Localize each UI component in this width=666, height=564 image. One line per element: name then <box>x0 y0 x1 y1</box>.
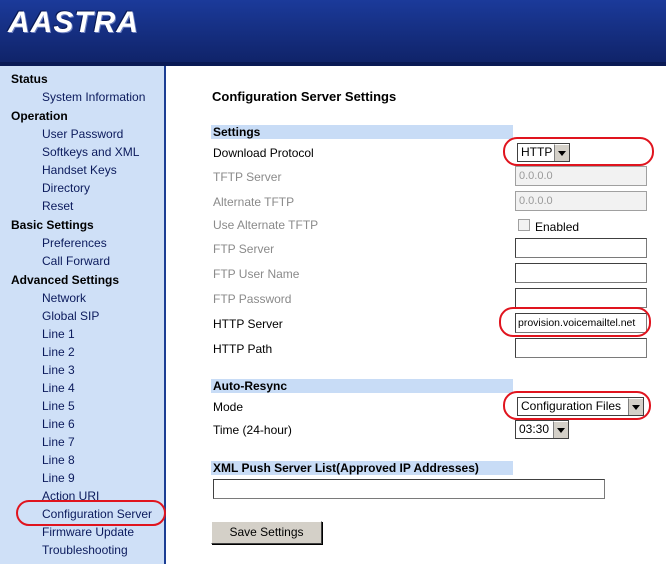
settings-section-header: Settings <box>211 125 513 139</box>
sidebar-item-softkeys-xml[interactable]: Softkeys and XML <box>42 145 139 159</box>
sidebar-item-action-uri[interactable]: Action URI <box>42 489 99 503</box>
sidebar-item-line-7[interactable]: Line 7 <box>42 435 75 449</box>
time-select[interactable]: 03:30 <box>515 420 569 439</box>
ftp-password-input[interactable] <box>515 288 647 308</box>
tftp-server-label: TFTP Server <box>213 170 282 184</box>
sidebar-item-line-3[interactable]: Line 3 <box>42 363 75 377</box>
http-path-label: HTTP Path <box>213 342 273 356</box>
sidebar-item-line-2[interactable]: Line 2 <box>42 345 75 359</box>
ftp-user-name-input[interactable] <box>515 263 647 283</box>
time-label: Time (24-hour) <box>213 423 292 437</box>
sidebar-item-handset-keys[interactable]: Handset Keys <box>42 163 117 177</box>
sidebar-item-configuration-server[interactable]: Configuration Server <box>42 507 152 521</box>
sidebar-section-status: Status <box>11 72 48 86</box>
xml-push-section-header: XML Push Server List(Approved IP Address… <box>211 461 513 475</box>
sidebar-item-call-forward[interactable]: Call Forward <box>42 254 110 268</box>
ftp-password-label: FTP Password <box>213 292 292 306</box>
alternate-tftp-label: Alternate TFTP <box>213 195 295 209</box>
sidebar-item-system-information[interactable]: System Information <box>42 90 145 104</box>
save-settings-button[interactable]: Save Settings <box>211 521 322 544</box>
sidebar-section-basic-settings: Basic Settings <box>11 218 94 232</box>
aastra-logo: AASTRA <box>8 6 139 39</box>
sidebar-item-global-sip[interactable]: Global SIP <box>42 309 99 323</box>
sidebar-item-user-password[interactable]: User Password <box>42 127 123 141</box>
sidebar-nav: Status System Information Operation User… <box>0 66 166 564</box>
mode-value: Configuration Files <box>521 399 622 413</box>
alternate-tftp-input[interactable]: 0.0.0.0 <box>515 191 647 211</box>
sidebar-section-advanced-settings: Advanced Settings <box>11 273 120 287</box>
use-alternate-tftp-label: Use Alternate TFTP <box>213 218 319 232</box>
http-path-input[interactable] <box>515 338 647 358</box>
download-protocol-value: HTTP <box>521 145 553 159</box>
ftp-user-name-label: FTP User Name <box>213 267 300 281</box>
tftp-server-input[interactable]: 0.0.0.0 <box>515 166 647 186</box>
ftp-server-input[interactable] <box>515 238 647 258</box>
sidebar-item-line-1[interactable]: Line 1 <box>42 327 75 341</box>
sidebar-section-operation: Operation <box>11 109 68 123</box>
sidebar-item-directory[interactable]: Directory <box>42 181 90 195</box>
http-server-input[interactable]: provision.voicemailtel.net <box>515 313 647 333</box>
sidebar-item-line-4[interactable]: Line 4 <box>42 381 75 395</box>
sidebar-item-line-6[interactable]: Line 6 <box>42 417 75 431</box>
download-protocol-label: Download Protocol <box>213 146 314 160</box>
ftp-server-label: FTP Server <box>213 242 275 256</box>
page-title: Configuration Server Settings <box>212 89 397 104</box>
header-banner: AASTRA <box>0 0 666 66</box>
sidebar-item-line-5[interactable]: Line 5 <box>42 399 75 413</box>
sidebar-item-line-8[interactable]: Line 8 <box>42 453 75 467</box>
download-protocol-select[interactable]: HTTP <box>517 143 570 162</box>
sidebar-item-line-9[interactable]: Line 9 <box>42 471 75 485</box>
time-value: 03:30 <box>519 422 550 436</box>
sidebar-item-firmware-update[interactable]: Firmware Update <box>42 525 134 539</box>
sidebar-item-troubleshooting[interactable]: Troubleshooting <box>42 543 128 557</box>
auto-resync-section-header: Auto-Resync <box>211 379 513 393</box>
http-server-label: HTTP Server <box>213 317 283 331</box>
enabled-label: Enabled <box>535 220 580 234</box>
xml-push-server-input[interactable] <box>213 479 605 499</box>
chevron-down-icon <box>554 144 569 161</box>
sidebar-item-network[interactable]: Network <box>42 291 86 305</box>
chevron-down-icon <box>628 398 643 415</box>
chevron-down-icon <box>553 421 568 438</box>
sidebar-item-preferences[interactable]: Preferences <box>42 236 107 250</box>
sidebar-item-reset[interactable]: Reset <box>42 199 73 213</box>
use-alternate-tftp-checkbox[interactable] <box>518 219 530 231</box>
mode-label: Mode <box>213 400 244 414</box>
mode-select[interactable]: Configuration Files <box>517 397 644 416</box>
